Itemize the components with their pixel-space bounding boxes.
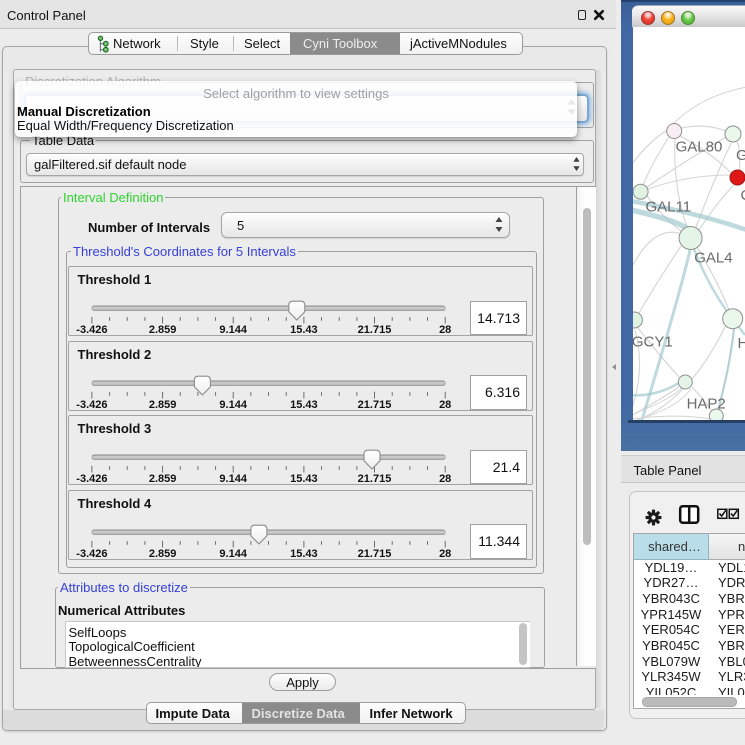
svg-text:9.144: 9.144 xyxy=(219,473,247,484)
svg-text:9.144: 9.144 xyxy=(219,324,247,335)
svg-text:GAL4: GAL4 xyxy=(694,250,732,267)
svg-text:2.859: 2.859 xyxy=(148,324,176,335)
svg-text:2.859: 2.859 xyxy=(148,399,176,410)
svg-text:21.715: 21.715 xyxy=(357,548,391,559)
svg-text:15.43: 15.43 xyxy=(290,473,318,484)
svg-text:9.144: 9.144 xyxy=(219,548,247,559)
svg-text:GAL80: GAL80 xyxy=(676,139,723,156)
svg-text:28: 28 xyxy=(439,473,451,484)
svg-text:15.43: 15.43 xyxy=(290,399,318,410)
svg-text:21.715: 21.715 xyxy=(357,473,391,484)
svg-text:GCY1: GCY1 xyxy=(633,334,673,351)
svg-text:21.715: 21.715 xyxy=(357,399,391,410)
svg-text:15.43: 15.43 xyxy=(290,324,318,335)
svg-text:21.715: 21.715 xyxy=(357,324,391,335)
svg-text:GAL11: GAL11 xyxy=(646,199,692,216)
svg-text:9.144: 9.144 xyxy=(219,399,247,410)
svg-text:28: 28 xyxy=(439,548,451,559)
svg-text:15.43: 15.43 xyxy=(290,548,318,559)
svg-text:2.859: 2.859 xyxy=(148,548,176,559)
svg-text:GA: GA xyxy=(736,147,745,164)
svg-text:-3.426: -3.426 xyxy=(76,548,107,559)
svg-text:-3.426: -3.426 xyxy=(76,399,107,410)
svg-text:-3.426: -3.426 xyxy=(76,324,107,335)
svg-text:-3.426: -3.426 xyxy=(76,473,107,484)
svg-text:2.859: 2.859 xyxy=(148,473,176,484)
svg-text:28: 28 xyxy=(439,324,451,335)
svg-text:C: C xyxy=(741,187,745,204)
svg-text:28: 28 xyxy=(439,399,451,410)
svg-text:HAP2: HAP2 xyxy=(687,396,726,413)
svg-text:H: H xyxy=(738,335,745,352)
